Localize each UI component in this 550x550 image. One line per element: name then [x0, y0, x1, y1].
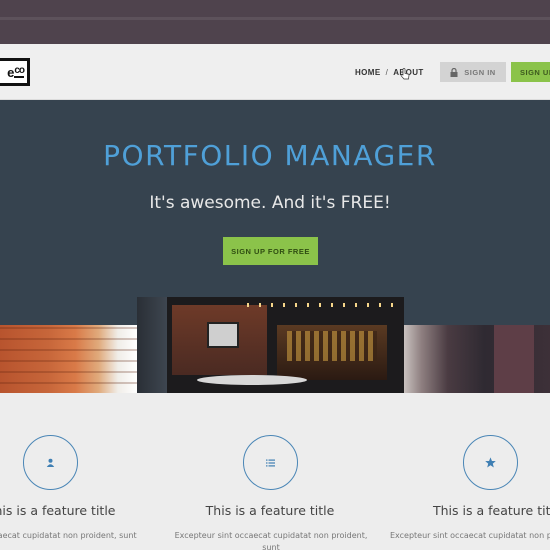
- hero-title: PORTFOLIO MANAGER: [103, 139, 437, 172]
- sign-up-label: SIGN UP: [520, 67, 550, 77]
- logo-suffix: co: [14, 65, 25, 78]
- list-icon: [266, 459, 275, 466]
- browser-top-bar: [0, 0, 550, 44]
- sign-in-button[interactable]: SIGN IN: [440, 62, 506, 82]
- user-icon: [46, 458, 55, 467]
- brick-wall-photo: [0, 325, 137, 393]
- feature-title: his is a feature title: [0, 503, 116, 518]
- lock-icon: [450, 67, 458, 77]
- feature-title: This is a feature title: [433, 503, 550, 518]
- nav-home-link[interactable]: HOME: [355, 68, 381, 77]
- sign-up-free-button[interactable]: SIGN UP FOR FREE: [223, 237, 318, 265]
- nav-separator: /: [385, 68, 389, 77]
- feature-icon-circle: [243, 435, 298, 490]
- top-bar-divider: [0, 17, 550, 20]
- feature-text: at occaecat cupidatat non proident, sunt: [0, 531, 137, 540]
- mouse-pointer-icon: [400, 68, 410, 80]
- feature-text: Excepteur sint occaecat cupidatat non pr: [390, 531, 550, 540]
- sign-in-label: SIGN IN: [464, 67, 496, 77]
- steel-structure-photo: [404, 325, 550, 393]
- restaurant-photo: [137, 297, 404, 393]
- photo-bottle-shelf: [287, 331, 377, 361]
- sign-up-button[interactable]: SIGN UP: [511, 62, 550, 82]
- photo-table: [197, 375, 307, 385]
- star-icon: [485, 457, 496, 468]
- feature-icon-circle: [23, 435, 78, 490]
- photo-steel-beam: [494, 325, 534, 393]
- main-nav: HOME / ABOUT: [355, 68, 424, 77]
- feature-text: Excepteur sint occaecat cupidatat non pr…: [174, 531, 368, 550]
- hero-subtitle: It's awesome. And it's FREE!: [149, 193, 391, 213]
- site-logo[interactable]: e co: [0, 58, 30, 86]
- feature-icon-circle: [463, 435, 518, 490]
- photo-tv-screen: [207, 322, 239, 348]
- photo-window: [137, 297, 167, 393]
- brick-texture: [0, 325, 137, 393]
- feature-title: This is a feature title: [205, 503, 335, 518]
- photo-string-lights: [247, 303, 397, 307]
- logo-letter: e: [7, 64, 14, 80]
